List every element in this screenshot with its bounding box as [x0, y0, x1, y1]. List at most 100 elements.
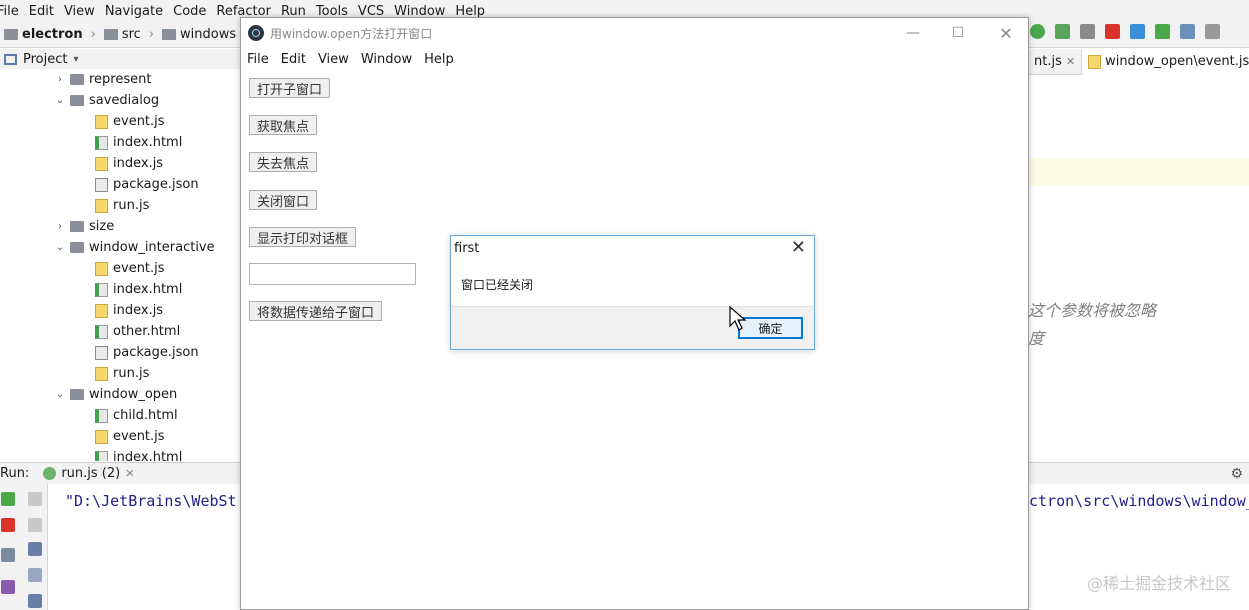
- tree-item-label: run.js: [113, 198, 150, 213]
- soft-wrap-icon[interactable]: [28, 542, 42, 556]
- message-input[interactable]: [249, 263, 416, 285]
- editor-tab[interactable]: nt.js ✕: [1028, 48, 1083, 75]
- menu-window[interactable]: Window: [355, 52, 418, 67]
- tree-folder[interactable]: ⌄ window_interactive: [55, 237, 215, 258]
- ide-menu-code[interactable]: Code: [168, 4, 211, 19]
- js-file-icon: [95, 261, 108, 276]
- chevron-down-icon[interactable]: ⌄: [55, 389, 65, 400]
- coverage-icon[interactable]: [1080, 24, 1095, 39]
- tree-file[interactable]: run.js: [95, 195, 149, 216]
- close-icon[interactable]: ✕: [991, 22, 1021, 44]
- console-output-left: "D:\JetBrains\WebSt: [65, 492, 237, 510]
- show-print-dialog-button[interactable]: 显示打印对话框: [249, 227, 357, 247]
- tree-file[interactable]: index.html: [95, 447, 182, 461]
- undo-icon[interactable]: [1205, 24, 1220, 39]
- tree-item-label: index.html: [113, 135, 183, 150]
- tree-file[interactable]: event.js: [95, 111, 165, 132]
- tree-item-label: window_open: [89, 387, 178, 402]
- window-title: 用window.open方法打开窗口: [270, 26, 433, 41]
- send-data-to-child-button[interactable]: 将数据传递给子窗口: [249, 301, 383, 321]
- tree-file[interactable]: index.html: [95, 132, 182, 153]
- vcs-history-icon[interactable]: [1180, 24, 1195, 39]
- js-file-icon: [95, 114, 108, 129]
- tree-file[interactable]: index.html: [95, 279, 182, 300]
- open-child-window-button[interactable]: 打开子窗口: [249, 78, 331, 98]
- rerun-icon[interactable]: [1030, 24, 1045, 39]
- get-focus-button[interactable]: 获取焦点: [249, 115, 318, 135]
- ide-menu-edit[interactable]: Edit: [24, 4, 59, 19]
- tree-item-label: package.json: [113, 177, 199, 192]
- js-file-icon: [1088, 54, 1102, 69]
- vcs-update-icon[interactable]: [1130, 24, 1145, 39]
- stop-icon[interactable]: [1, 518, 15, 532]
- arrow-down-icon[interactable]: [28, 518, 42, 532]
- ide-menu-navigate[interactable]: Navigate: [100, 4, 168, 19]
- run-side-toolbar: [0, 484, 48, 610]
- tree-file[interactable]: event.js: [95, 426, 165, 447]
- breadcrumb-item-windows[interactable]: windows: [180, 27, 236, 42]
- watermark: @稀土掘金技术社区: [1086, 574, 1231, 593]
- folder-icon: [70, 74, 84, 85]
- close-icon[interactable]: ✕: [125, 467, 134, 480]
- project-icon: [4, 54, 17, 65]
- html-file-icon: [95, 450, 108, 461]
- tree-file[interactable]: index.js: [95, 300, 163, 321]
- breadcrumb-item-electron[interactable]: electron: [22, 27, 83, 42]
- chevron-down-icon[interactable]: ▾: [73, 54, 78, 65]
- menu-file[interactable]: File: [241, 52, 275, 67]
- gear-icon[interactable]: ⚙: [1230, 466, 1243, 482]
- print-icon[interactable]: [28, 594, 42, 608]
- menu-view[interactable]: View: [312, 52, 355, 67]
- js-file-icon: [95, 429, 108, 444]
- project-panel-header[interactable]: Project ▾: [0, 49, 240, 71]
- chevron-down-icon[interactable]: ⌄: [55, 242, 65, 253]
- alert-dialog: first ✕ 窗口已经关闭 确定: [450, 235, 815, 350]
- alert-footer: 确定: [451, 306, 814, 349]
- lose-focus-button[interactable]: 失去焦点: [249, 152, 318, 172]
- menu-edit[interactable]: Edit: [275, 52, 312, 67]
- alert-title: first: [454, 241, 480, 256]
- tree-file[interactable]: other.html: [95, 321, 180, 342]
- chevron-right-icon[interactable]: ›: [55, 221, 65, 232]
- tree-file[interactable]: child.html: [95, 405, 178, 426]
- scroll-to-end-icon[interactable]: [28, 568, 42, 582]
- close-icon[interactable]: ✕: [791, 237, 806, 258]
- chevron-right-icon[interactable]: ›: [55, 74, 65, 85]
- html-file-icon: [95, 324, 108, 339]
- rerun-icon[interactable]: [1, 492, 15, 506]
- ide-menu-file[interactable]: File: [0, 4, 24, 19]
- close-window-button[interactable]: 关闭窗口: [249, 190, 318, 210]
- ide-menu-view[interactable]: View: [59, 4, 100, 19]
- tree-folder[interactable]: › represent: [55, 69, 151, 90]
- layout-icon[interactable]: [1, 548, 15, 562]
- ok-button[interactable]: 确定: [738, 317, 803, 339]
- tree-item-label: index.html: [113, 450, 183, 461]
- tree-folder[interactable]: ⌄ window_open: [55, 384, 177, 405]
- editor-area[interactable]: [1028, 76, 1249, 461]
- run-tab[interactable]: run.js (2) ✕: [43, 466, 134, 481]
- console-output-right: ctron\src\windows\window_: [1029, 492, 1249, 510]
- tree-file[interactable]: run.js: [95, 363, 149, 384]
- minimize-icon[interactable]: —: [898, 22, 928, 44]
- tree-file[interactable]: index.js: [95, 153, 163, 174]
- stop-icon[interactable]: [1105, 24, 1120, 39]
- tree-file[interactable]: package.json: [95, 342, 199, 363]
- editor-tab-active[interactable]: window_open\event.js ✕: [1082, 48, 1249, 75]
- menu-help[interactable]: Help: [418, 52, 460, 67]
- tree-item-label: window_interactive: [89, 240, 215, 255]
- debug-icon[interactable]: [1055, 24, 1070, 39]
- tree-file[interactable]: event.js: [95, 258, 165, 279]
- vcs-commit-icon[interactable]: [1155, 24, 1170, 39]
- chevron-down-icon[interactable]: ⌄: [55, 95, 65, 106]
- tree-folder[interactable]: › size: [55, 216, 114, 237]
- maximize-icon[interactable]: ☐: [943, 22, 973, 44]
- window-menubar: File Edit View Window Help: [241, 48, 460, 70]
- arrow-up-icon[interactable]: [28, 492, 42, 506]
- tree-folder[interactable]: ⌄ savedialog: [55, 90, 159, 111]
- pin-icon[interactable]: [1, 580, 15, 594]
- close-icon[interactable]: ✕: [1066, 55, 1075, 68]
- breadcrumb-item-src[interactable]: src: [122, 27, 141, 42]
- chevron-right-icon: ›: [90, 27, 96, 42]
- tree-file[interactable]: package.json: [95, 174, 199, 195]
- tree-item-label: event.js: [113, 429, 165, 444]
